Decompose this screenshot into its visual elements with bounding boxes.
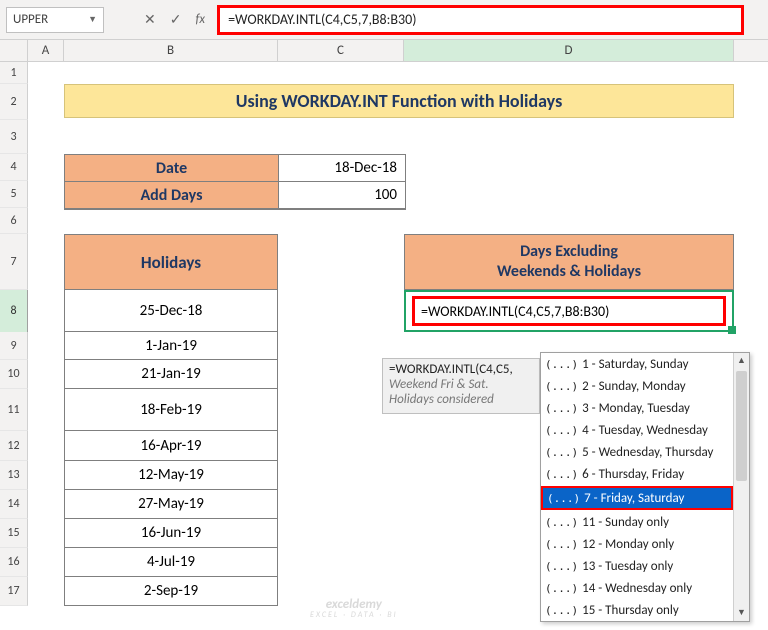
holiday-cell[interactable]: 25-Dec-18 [65,290,277,332]
dropdown-item[interactable]: (...)6 - Thursday, Friday [541,463,733,485]
row-header[interactable]: 15 [0,519,28,548]
dropdown-item[interactable]: (...)3 - Monday, Tuesday [541,397,733,419]
dropdown-scrollbar[interactable]: ▲ ▼ [733,353,749,621]
constant-icon: (...) [545,604,578,617]
dropdown-list: (...)1 - Saturday, Sunday (...)2 - Sunda… [541,353,733,621]
dropdown-item[interactable]: (...)5 - Wednesday, Thursday [541,441,733,463]
constant-icon: (...) [545,516,578,529]
row-header[interactable]: 6 [0,208,28,234]
row-header[interactable]: 9 [0,332,28,360]
holiday-cell[interactable]: 4-Jul-19 [65,548,277,577]
holidays-header: Holidays [64,234,278,290]
formula-bar-buttons: ✕ ✓ fx [144,11,205,28]
constant-icon: (...) [545,424,578,437]
constant-icon: (...) [545,402,578,415]
row-header-column: 1 2 3 4 5 6 7 8 9 10 11 12 13 14 15 16 1… [0,62,28,606]
name-box[interactable]: UPPER ▼ [6,7,104,33]
row-header[interactable]: 17 [0,577,28,606]
tooltip-formula: =WORKDAY.INTL(C4,C5, [389,362,533,377]
worksheet-grid[interactable]: 1 2 3 4 5 6 7 8 9 10 11 12 13 14 15 16 1… [0,62,768,630]
formula-text: =WORKDAY.INTL(C4,C5,7,B8:B30) [228,11,416,28]
row-header[interactable]: 7 [0,234,28,290]
input-value-adddays[interactable]: 100 [279,182,405,209]
row-header[interactable]: 3 [0,120,28,154]
page-title: Using WORKDAY.INT Function with Holidays [64,84,734,118]
constant-icon: (...) [547,492,580,505]
row-header[interactable]: 14 [0,490,28,519]
holiday-cell[interactable]: 27-May-19 [65,490,277,519]
holiday-cell[interactable]: 1-Jan-19 [65,332,277,360]
dropdown-item-selected[interactable]: (...)7 - Friday, Saturday [541,486,733,510]
row-header[interactable]: 2 [0,84,28,120]
formula-tooltip: =WORKDAY.INTL(C4,C5, Weekend Fri & Sat. … [382,358,540,414]
result-header: Days Excluding Weekends & Holidays [404,234,734,290]
dropdown-item[interactable]: (...)2 - Sunday, Monday [541,375,733,397]
row-header[interactable]: 10 [0,360,28,389]
constant-icon: (...) [545,446,578,459]
row-header[interactable]: 12 [0,431,28,461]
dropdown-item[interactable]: (...)4 - Tuesday, Wednesday [541,419,733,441]
col-header-d[interactable]: D [404,40,734,61]
dropdown-item[interactable]: (...)14 - Wednesday only [541,577,733,599]
row-header[interactable]: 16 [0,548,28,577]
enter-icon[interactable]: ✓ [170,11,182,28]
watermark-sub: EXCEL · DATA · BI [310,611,398,619]
col-header-c[interactable]: C [278,40,404,61]
constant-icon: (...) [545,582,578,595]
scroll-thumb[interactable] [736,371,747,481]
row-header[interactable]: 13 [0,461,28,490]
constant-icon: (...) [545,468,578,481]
holiday-cell[interactable]: 21-Jan-19 [65,360,277,389]
holiday-cell[interactable]: 18-Feb-19 [65,389,277,431]
watermark: exceldemy EXCEL · DATA · BI [310,598,398,619]
dropdown-item[interactable]: (...)15 - Thursday only [541,599,733,621]
result-header-line1: Days Excluding [520,242,618,262]
dropdown-item[interactable]: (...)13 - Tuesday only [541,555,733,577]
tooltip-note1: Weekend Fri & Sat. [389,377,533,392]
row-header-active[interactable]: 8 [0,290,28,332]
holiday-cell[interactable]: 2-Sep-19 [65,577,277,606]
holiday-cell[interactable]: 16-Apr-19 [65,431,277,461]
scroll-down-icon[interactable]: ▼ [734,605,749,621]
row-header[interactable]: 5 [0,181,28,208]
holiday-cell[interactable]: 16-Jun-19 [65,519,277,548]
dropdown-item[interactable]: (...)12 - Monday only [541,533,733,555]
formula-bar-row: UPPER ▼ ✕ ✓ fx =WORKDAY.INTL(C4,C5,7,B8:… [0,0,768,40]
name-box-value: UPPER [13,12,48,27]
input-label-date: Date [65,155,279,182]
input-label-adddays: Add Days [65,182,279,209]
fx-icon[interactable]: fx [195,12,205,27]
constant-icon: (...) [545,560,578,573]
holidays-table: 25-Dec-18 1-Jan-19 21-Jan-19 18-Feb-19 1… [64,290,278,606]
inputs-table: Date 18-Dec-18 Add Days 100 [64,154,406,210]
cancel-icon[interactable]: ✕ [144,11,156,28]
row-header[interactable]: 11 [0,389,28,431]
constant-icon: (...) [545,538,578,551]
constant-icon: (...) [545,358,578,371]
input-value-date[interactable]: 18-Dec-18 [279,155,405,182]
scroll-up-icon[interactable]: ▲ [734,353,749,369]
active-cell-content: =WORKDAY.INTL(C4,C5,7,B8:B30) [412,296,726,326]
row-header[interactable]: 1 [0,62,28,84]
select-all-corner[interactable] [0,40,28,61]
active-cell-d8[interactable]: =WORKDAY.INTL(C4,C5,7,B8:B30) [404,290,734,332]
col-header-a[interactable]: A [28,40,64,61]
row-header[interactable]: 4 [0,154,28,181]
column-header-row: A B C D [0,40,768,62]
col-header-b[interactable]: B [64,40,278,61]
constant-icon: (...) [545,380,578,393]
formula-input[interactable]: =WORKDAY.INTL(C4,C5,7,B8:B30) [217,5,744,35]
holiday-cell[interactable]: 12-May-19 [65,461,277,490]
chevron-down-icon[interactable]: ▼ [88,14,97,25]
dropdown-item[interactable]: (...)11 - Sunday only [541,511,733,533]
result-header-line2: Weekends & Holidays [497,262,641,282]
dropdown-item[interactable]: (...)1 - Saturday, Sunday [541,353,733,375]
weekend-dropdown[interactable]: (...)1 - Saturday, Sunday (...)2 - Sunda… [540,352,750,622]
tooltip-note2: Holidays considered [389,392,533,407]
